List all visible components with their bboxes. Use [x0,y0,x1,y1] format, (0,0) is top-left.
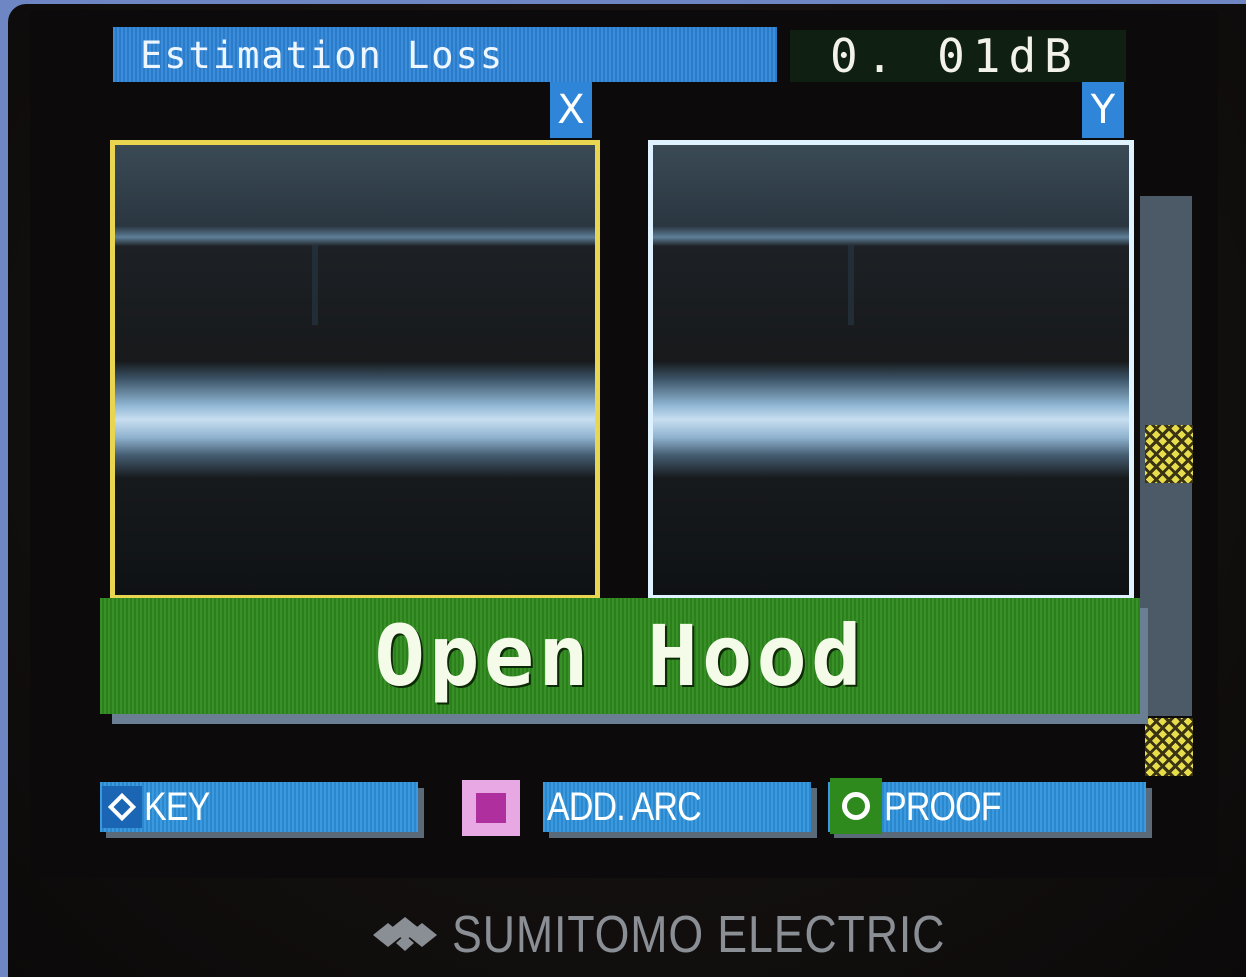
brand-logo-area: SUMITOMO ELECTRIC [370,905,1026,965]
scale-marker-lower [1145,718,1193,776]
sumitomo-logo-icon [373,917,437,951]
x-camera-view [110,140,600,600]
proof-label: PROOF [884,785,1002,829]
add-arc-softkey[interactable]: ADD. ARC [543,782,811,832]
message-banner: Open Hood [100,598,1140,714]
open-hood-message: Open Hood [374,607,866,705]
y-splice-point [848,245,854,325]
brand-name: SUMITOMO ELECTRIC [452,906,946,964]
estimation-loss-title: Estimation Loss [140,34,505,77]
add-arc-label: ADD. ARC [547,785,702,829]
x-splice-point [312,245,318,325]
square-icon [462,780,520,836]
y-camera-view [648,140,1134,600]
x-view-label: X [550,82,592,138]
circle-icon [830,778,882,834]
scale-marker-upper [1145,425,1193,483]
loss-value: 0. 01dB [830,29,1080,83]
y-view-label: Y [1082,82,1124,138]
diamond-icon [102,786,142,828]
key-label: KEY [144,785,210,829]
key-softkey[interactable]: KEY [100,782,418,832]
